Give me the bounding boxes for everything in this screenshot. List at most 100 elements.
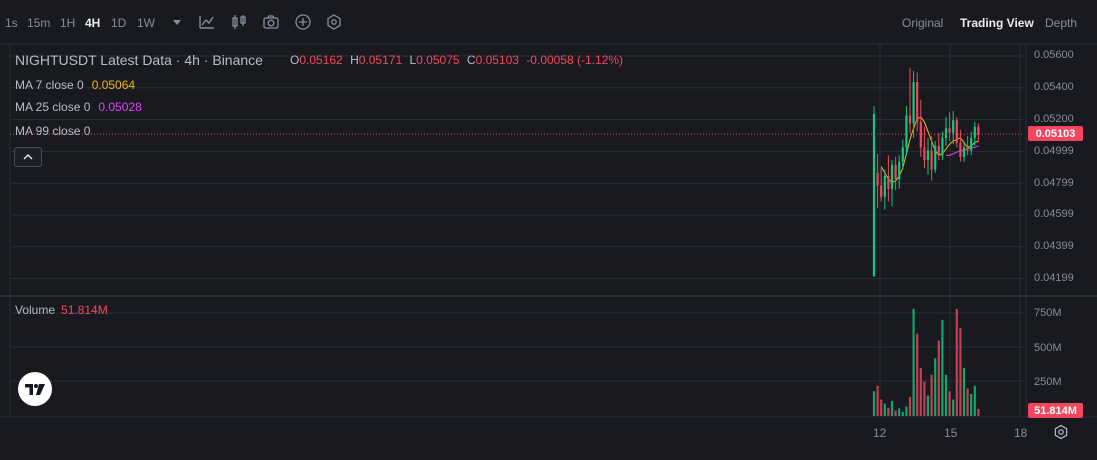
candle-body (934, 145, 937, 170)
candle-body (916, 82, 919, 122)
candle (898, 155, 901, 189)
volume-bar (894, 410, 897, 416)
candle-body (970, 137, 973, 151)
volume-tick: 750M (1034, 307, 1062, 319)
collapse-legend-button[interactable] (14, 147, 42, 167)
candle-body (912, 82, 915, 124)
volume-bar (944, 374, 948, 416)
time-tick: 18 (1014, 426, 1028, 440)
price-tick: 0.05400 (1034, 81, 1074, 93)
ma7-value: 0.05064 (91, 78, 136, 92)
candle (923, 126, 926, 169)
open-label: O (290, 53, 300, 67)
candle (887, 155, 890, 202)
candle-body (948, 128, 951, 134)
candle (941, 131, 944, 161)
candle-body (941, 137, 944, 156)
candle (952, 110, 955, 145)
candle-body (894, 164, 897, 180)
candle-body (952, 120, 955, 134)
chart-title: NIGHTUSDT Latest Data · 4h · Binance (15, 52, 263, 68)
candle-body (959, 142, 962, 157)
candle (894, 156, 897, 191)
volume-bar (887, 407, 890, 416)
candle-body (876, 172, 879, 186)
candle (955, 117, 958, 148)
candle-body (883, 176, 886, 197)
volume-bar (973, 385, 976, 416)
volume-bar (977, 408, 980, 416)
ohlc-readout: O0.05162 H0.05171 L0.05075 C0.05103 -0.0… (290, 53, 627, 67)
price-tick: 0.04599 (1034, 208, 1074, 220)
ma25-label: MA 25 close 0 (15, 100, 91, 114)
ma7-legend[interactable]: MA 7 close 0 0.05064 (15, 78, 135, 92)
volume-bar (959, 328, 962, 416)
ma25-legend[interactable]: MA 25 close 0 0.05028 (15, 100, 142, 114)
candle (937, 133, 940, 161)
candle-body (944, 128, 948, 138)
grid-lines (0, 43, 1097, 418)
candle (883, 169, 886, 210)
close-value: 0.05103 (475, 53, 519, 67)
chart-settings-icon[interactable] (1053, 424, 1069, 440)
candle (908, 67, 912, 134)
volume-bar (952, 399, 955, 416)
volume-bar (919, 367, 922, 416)
volume-bar (966, 388, 969, 416)
volume-bar (955, 308, 958, 416)
volume-bar (948, 391, 951, 416)
volume-bar (898, 408, 901, 416)
high-label: H (350, 53, 359, 67)
volume-tick: 250M (1034, 376, 1062, 388)
candle (916, 72, 919, 132)
volume-bar (912, 308, 915, 416)
candle (912, 70, 915, 138)
volume-legend: Volume 51.814M (15, 303, 108, 317)
candle (876, 153, 879, 208)
volume-tick: 500M (1034, 342, 1062, 354)
volume-bar (916, 333, 919, 416)
volume-bar (962, 367, 966, 416)
volume-bar (937, 340, 940, 416)
candle (872, 105, 876, 277)
candle-body (966, 147, 969, 151)
price-tick: 0.04399 (1034, 240, 1074, 252)
low-value: 0.05075 (416, 53, 460, 67)
candle-body (872, 113, 876, 277)
volume-bar (926, 395, 930, 416)
candle-body (955, 120, 958, 143)
candle (977, 123, 980, 143)
price-tick: 0.04999 (1034, 145, 1074, 157)
open-value: 0.05162 (299, 53, 343, 67)
candle-body (926, 150, 930, 161)
ma7-label: MA 7 close 0 (15, 78, 84, 92)
volume-value: 51.814M (61, 303, 108, 317)
price-tick: 0.04199 (1034, 272, 1074, 284)
candle-body (901, 147, 904, 162)
candle-body (908, 115, 912, 124)
chevron-up-icon (23, 154, 33, 160)
candle (919, 99, 922, 157)
price-chart[interactable] (0, 0, 1097, 460)
volume-bar (905, 406, 908, 416)
price-tick: 0.05600 (1034, 49, 1074, 61)
volume-bar (890, 400, 894, 416)
high-value: 0.05171 (358, 53, 403, 67)
ma25-line (946, 145, 979, 156)
tradingview-logo-icon (25, 384, 45, 395)
candle (905, 105, 908, 156)
tradingview-logo[interactable] (18, 372, 52, 406)
volume-bar (908, 396, 912, 416)
close-label: C (466, 53, 476, 67)
current-volume-badge: 51.814M (1028, 403, 1083, 418)
candle (890, 160, 894, 207)
volume-bar (923, 381, 926, 416)
price-tick: 0.04799 (1034, 177, 1074, 189)
candle-body (962, 147, 966, 157)
candle-body (919, 121, 922, 148)
ma99-legend[interactable]: MA 99 close 0 (15, 124, 90, 138)
candle-body (887, 176, 890, 189)
candle-body (923, 147, 926, 161)
price-tick: 0.05200 (1034, 113, 1074, 125)
volume-label: Volume (15, 303, 56, 317)
